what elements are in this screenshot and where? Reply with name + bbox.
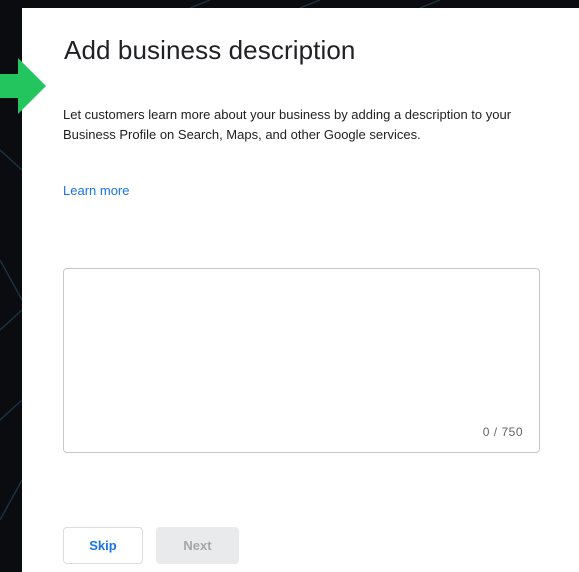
dialog-card: Add business description Let customers l… — [22, 8, 579, 572]
green-arrow-icon — [0, 58, 46, 114]
character-counter: 0 / 750 — [482, 425, 523, 439]
next-button: Next — [156, 527, 239, 564]
dialog-title: Add business description — [64, 35, 356, 65]
description-field[interactable]: 0 / 750 — [63, 268, 540, 453]
skip-button[interactable]: Skip — [63, 527, 143, 564]
dialog-description: Let customers learn more about your busi… — [63, 107, 512, 142]
description-textarea[interactable] — [64, 269, 539, 452]
learn-more-link[interactable]: Learn more — [63, 183, 129, 198]
